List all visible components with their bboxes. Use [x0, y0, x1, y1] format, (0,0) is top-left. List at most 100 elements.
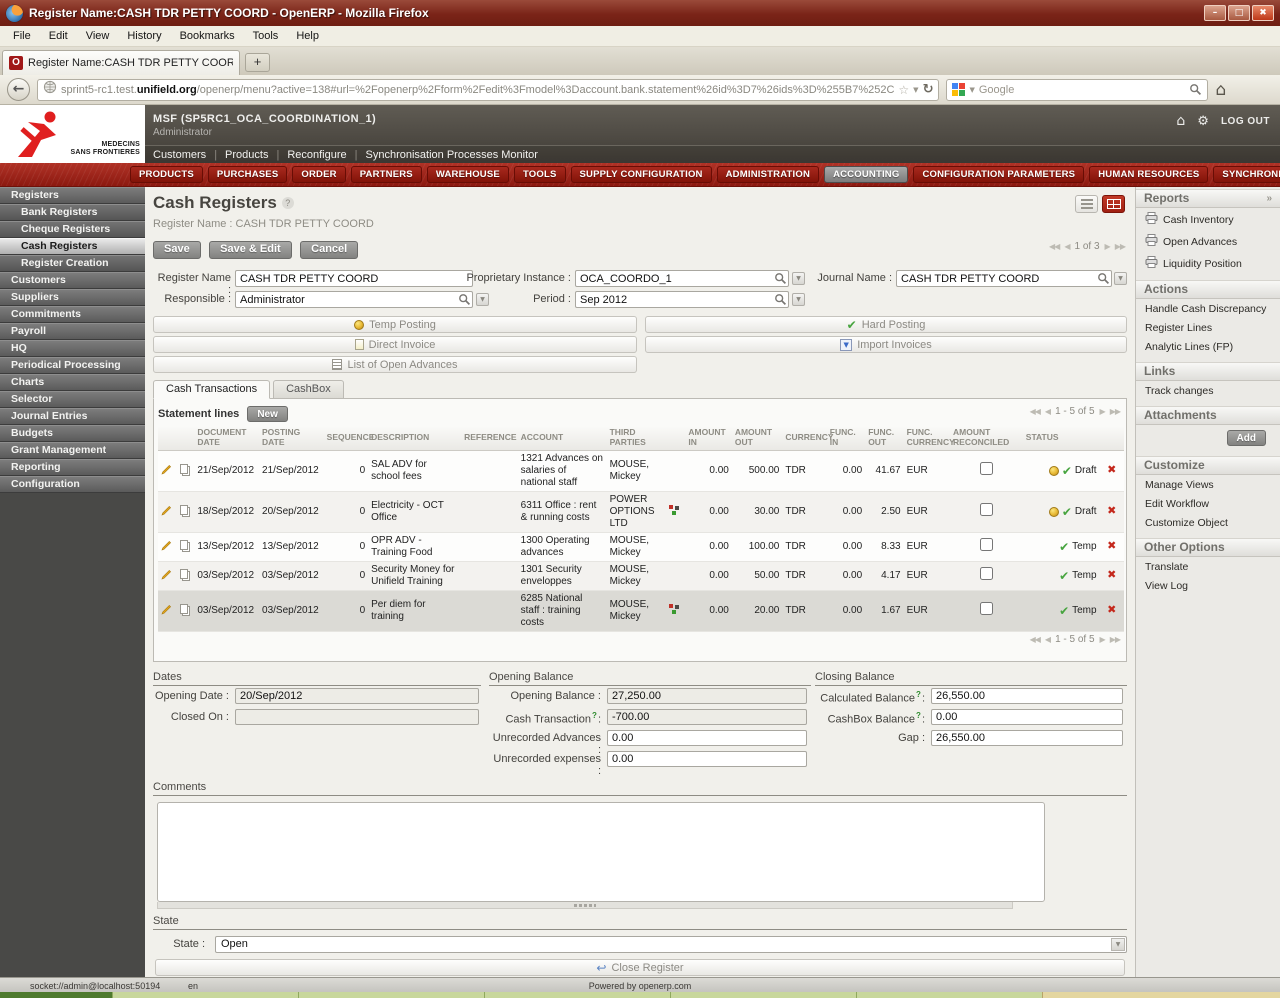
search-lookup-icon[interactable]	[774, 293, 787, 306]
search-bar[interactable]: ▼	[946, 78, 1209, 101]
temp-posting-button[interactable]: Temp Posting	[153, 316, 637, 333]
menu-help[interactable]: Help	[287, 27, 328, 45]
nav-products[interactable]: PRODUCTS	[130, 166, 203, 183]
delete-line-icon[interactable]: ✖	[1107, 504, 1116, 517]
edit-line-cell[interactable]	[158, 532, 174, 561]
add-attachment-button[interactable]: Add	[1226, 430, 1266, 446]
statement-row-2[interactable]: 18/Sep/2012 20/Sep/2012 0 Electricity - OCT…	[158, 491, 1124, 533]
sidebar-link-open-advances[interactable]: Open Advances	[1136, 230, 1280, 252]
sidebar-item-bank-registers[interactable]: Bank Registers	[0, 204, 145, 221]
menu-tools[interactable]: Tools	[244, 27, 288, 45]
hard-post-check-icon[interactable]: ✔	[1059, 570, 1069, 582]
edit-line-icon[interactable]	[161, 541, 172, 552]
collapse-sidebar-icon[interactable]: »	[1266, 190, 1272, 207]
menu-file[interactable]: File	[4, 27, 40, 45]
sidebar-item-commitments[interactable]: Commitments	[0, 306, 145, 323]
list-open-advances-button[interactable]: List of Open Advances	[153, 356, 637, 373]
window-close-button[interactable]: ✖	[1252, 5, 1274, 21]
sidebar-item-selector[interactable]: Selector	[0, 391, 145, 408]
delete-line-cell[interactable]: ✖	[1100, 450, 1124, 491]
edit-line-icon[interactable]	[161, 465, 172, 476]
shortcut-synchronisation-processes-monitor[interactable]: Synchronisation Processes Monitor	[366, 149, 538, 161]
window-minimize-button[interactable]: –	[1204, 5, 1226, 21]
pager-first-icon[interactable]: ◀◀	[1030, 635, 1041, 644]
menu-view[interactable]: View	[77, 27, 119, 45]
sidebar-link-manage-views[interactable]: Manage Views	[1136, 475, 1280, 494]
reconciled-checkbox[interactable]	[979, 503, 993, 517]
hard-post-check-icon[interactable]: ✔	[1062, 506, 1072, 518]
new-tab-button[interactable]: +	[245, 53, 270, 72]
shortcut-customers[interactable]: Customers	[153, 149, 206, 161]
duplicate-line-icon[interactable]	[180, 504, 189, 515]
reconciled-checkbox[interactable]	[979, 567, 993, 581]
sidebar-item-periodical-processing[interactable]: Periodical Processing	[0, 357, 145, 374]
duplicate-line-icon[interactable]	[180, 539, 189, 550]
nav-partners[interactable]: PARTNERS	[350, 166, 422, 183]
sidebar-item-charts[interactable]: Charts	[0, 374, 145, 391]
temp-post-coin-icon[interactable]	[1048, 506, 1059, 517]
journal-name-dropdown-icon[interactable]: ▼	[1114, 272, 1127, 285]
sidebar-item-register-creation[interactable]: Register Creation	[0, 255, 145, 272]
edit-line-icon[interactable]	[161, 570, 172, 581]
duplicate-line-icon[interactable]	[180, 603, 189, 614]
tab-cash-transactions[interactable]: Cash Transactions	[153, 380, 271, 399]
nav-administration[interactable]: ADMINISTRATION	[716, 166, 820, 183]
nav-warehouse[interactable]: WAREHOUSE	[426, 166, 509, 183]
journal-name-input[interactable]	[896, 270, 1112, 287]
duplicate-line-cell[interactable]	[174, 532, 194, 561]
sidebar-item-journal-entries[interactable]: Journal Entries	[0, 408, 145, 425]
unrecorded-expenses-input[interactable]	[607, 751, 807, 767]
sidebar-link-view-log[interactable]: View Log	[1136, 576, 1280, 595]
sidebar-item-suppliers[interactable]: Suppliers	[0, 289, 145, 306]
temp-post-coin-icon[interactable]	[1048, 465, 1059, 476]
save-edit-button[interactable]: Save & Edit	[209, 240, 292, 259]
delete-line-cell[interactable]: ✖	[1100, 590, 1124, 631]
statement-row-5[interactable]: 03/Sep/2012 03/Sep/2012 0 Per diem for trai…	[158, 590, 1124, 632]
pager-next-icon[interactable]: ▶	[1100, 635, 1106, 644]
reconciled-checkbox[interactable]	[979, 462, 993, 476]
gear-icon[interactable]: ⚙	[1197, 114, 1209, 129]
sidebar-link-translate[interactable]: Translate	[1136, 557, 1280, 576]
sidebar-item-cash-registers[interactable]: Cash Registers	[0, 238, 145, 255]
responsible-input[interactable]	[235, 291, 473, 308]
window-maximize-button[interactable]: □	[1228, 5, 1250, 21]
form-view-icon[interactable]	[1102, 195, 1125, 213]
nav-synchronization[interactable]: SYNCHRONIZATION	[1213, 166, 1280, 183]
nav-tools[interactable]: TOOLS	[513, 166, 566, 183]
pager-first-icon[interactable]: ◀◀	[1030, 407, 1041, 416]
sidebar-link-customize-object[interactable]: Customize Object	[1136, 513, 1280, 532]
duplicate-line-icon[interactable]	[180, 463, 189, 474]
nav-accounting[interactable]: ACCOUNTING	[824, 166, 909, 183]
hard-post-check-icon[interactable]: ✔	[1059, 605, 1069, 617]
menu-bookmarks[interactable]: Bookmarks	[171, 27, 244, 45]
sidebar-link-cash-inventory[interactable]: Cash Inventory	[1136, 208, 1280, 230]
edit-line-icon[interactable]	[161, 605, 172, 616]
period-dropdown-icon[interactable]: ▼	[792, 293, 805, 306]
edit-line-cell[interactable]	[158, 590, 174, 631]
pager-prev-icon[interactable]: ◀	[1045, 407, 1051, 416]
nav-purchases[interactable]: PURCHASES	[207, 166, 288, 183]
logout-button[interactable]: LOG OUT	[1221, 116, 1270, 127]
delete-line-icon[interactable]: ✖	[1107, 568, 1116, 581]
sidebar-link-analytic-lines-fp[interactable]: Analytic Lines (FP)	[1136, 337, 1280, 356]
back-button[interactable]: ←	[7, 78, 30, 101]
reload-icon[interactable]: ↻	[923, 82, 934, 97]
sidebar-item-configuration[interactable]: Configuration	[0, 476, 145, 493]
menu-edit[interactable]: Edit	[40, 27, 77, 45]
delete-line-cell[interactable]: ✖	[1100, 491, 1124, 532]
duplicate-line-icon[interactable]	[180, 568, 189, 579]
duplicate-line-cell[interactable]	[174, 590, 194, 631]
nav-order[interactable]: ORDER	[292, 166, 346, 183]
comments-textarea[interactable]	[157, 802, 1045, 902]
sidebar-item-customers[interactable]: Customers	[0, 272, 145, 289]
search-lookup-icon[interactable]	[1097, 272, 1110, 285]
edit-line-cell[interactable]	[158, 561, 174, 590]
duplicate-line-cell[interactable]	[174, 491, 194, 532]
pager-prev-icon[interactable]: ◀	[1045, 635, 1051, 644]
home-icon[interactable]: ⌂	[1176, 113, 1185, 129]
search-lookup-icon[interactable]	[458, 293, 471, 306]
list-view-icon[interactable]	[1075, 195, 1098, 213]
save-button[interactable]: Save	[153, 240, 201, 259]
search-engine-dropdown-icon[interactable]: ▼	[969, 86, 974, 94]
reconciled-checkbox[interactable]	[979, 602, 993, 616]
